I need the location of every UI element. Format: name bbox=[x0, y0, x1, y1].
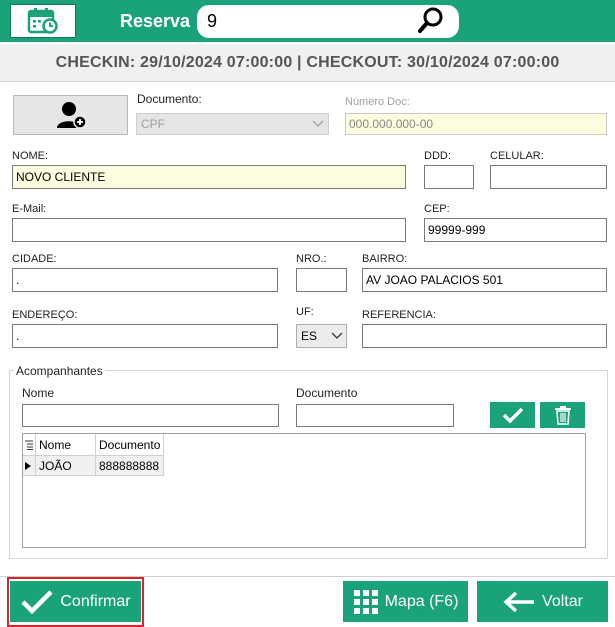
table-cell-nome[interactable]: JOÃO bbox=[36, 456, 96, 476]
mapa-button[interactable]: Mapa (F6) bbox=[343, 581, 468, 622]
table-cell-documento[interactable]: 888888888 bbox=[96, 456, 164, 476]
calendar-clock-icon bbox=[27, 8, 58, 34]
confirmar-label: Confirmar bbox=[60, 592, 131, 610]
cep-input[interactable]: 99999-999 bbox=[424, 218, 607, 242]
column-header-documento[interactable]: Documento bbox=[96, 434, 164, 456]
cidade-input[interactable]: . bbox=[12, 268, 278, 292]
documento-selected-value: CPF bbox=[141, 117, 165, 131]
check-icon bbox=[21, 589, 53, 614]
checkin-checkout-bar: CHECKIN: 29/10/2024 07:00:00 | CHECKOUT:… bbox=[0, 44, 615, 82]
celular-label: CELULAR: bbox=[490, 150, 544, 162]
trash-icon bbox=[554, 406, 571, 425]
chevron-down-icon bbox=[331, 332, 343, 339]
cep-label: CEP: bbox=[424, 203, 450, 215]
add-client-button[interactable] bbox=[13, 95, 128, 135]
endereco-label: ENDEREÇO: bbox=[12, 309, 78, 321]
voltar-label: Voltar bbox=[542, 592, 583, 610]
ddd-input[interactable] bbox=[424, 165, 474, 189]
nro-input[interactable] bbox=[296, 268, 347, 292]
uf-selected-value: ES bbox=[301, 329, 318, 343]
acomp-nome-input[interactable] bbox=[22, 404, 279, 427]
uf-select[interactable]: ES bbox=[296, 324, 347, 348]
bairro-input[interactable]: AV JOAO PALACIOS 501 bbox=[362, 268, 607, 292]
check-icon bbox=[502, 407, 523, 424]
chevron-down-icon bbox=[312, 120, 324, 127]
nro-label: NRO.: bbox=[296, 253, 327, 265]
reserva-label: Reserva bbox=[120, 11, 191, 31]
acomp-documento-label: Documento bbox=[296, 386, 358, 400]
documento-select[interactable]: CPF bbox=[136, 113, 329, 135]
referencia-label: REFERENCIA: bbox=[362, 309, 436, 321]
email-label: E-Mail: bbox=[12, 203, 47, 215]
nome-input[interactable]: NOVO CLIENTE bbox=[12, 165, 406, 189]
calendar-button[interactable] bbox=[10, 4, 76, 38]
email-input[interactable] bbox=[12, 218, 406, 242]
mapa-label: Mapa (F6) bbox=[384, 592, 459, 610]
documento-label: Documento: bbox=[137, 92, 202, 106]
reservation-number-value[interactable]: 9 bbox=[207, 11, 217, 32]
uf-label: UF: bbox=[296, 306, 314, 318]
add-acompanhante-button[interactable] bbox=[490, 402, 535, 428]
acompanhantes-table[interactable]: Nome Documento JOÃO 888888888 bbox=[22, 433, 586, 548]
voltar-button[interactable]: Voltar bbox=[477, 581, 608, 622]
delete-acompanhante-button[interactable] bbox=[540, 402, 585, 428]
bairro-label: BAIRRO: bbox=[362, 253, 408, 265]
arrow-left-icon bbox=[503, 591, 535, 612]
row-pointer-icon bbox=[23, 456, 36, 476]
column-header-nome[interactable]: Nome bbox=[36, 434, 96, 456]
numero-doc-input[interactable]: 000.000.000-00 bbox=[345, 113, 607, 135]
confirmar-button[interactable]: Confirmar bbox=[10, 581, 141, 622]
table-menu-icon[interactable] bbox=[23, 434, 36, 456]
cidade-label: CIDADE: bbox=[12, 253, 57, 265]
endereco-input[interactable]: . bbox=[12, 324, 278, 348]
referencia-input[interactable] bbox=[362, 324, 607, 348]
nome-label: NOME: bbox=[12, 150, 49, 162]
celular-input[interactable] bbox=[490, 165, 607, 189]
ddd-label: DDD: bbox=[424, 150, 451, 162]
grid-icon bbox=[353, 589, 378, 614]
search-icon[interactable] bbox=[416, 6, 446, 36]
add-user-icon bbox=[56, 102, 87, 129]
acomp-nome-label: Nome bbox=[22, 386, 55, 400]
acompanhantes-title: Acompanhantes bbox=[14, 364, 105, 378]
numero-doc-label: Número Doc: bbox=[345, 96, 410, 108]
acomp-documento-input[interactable] bbox=[296, 404, 454, 427]
checkin-checkout-text: CHECKIN: 29/10/2024 07:00:00 | CHECKOUT:… bbox=[55, 53, 560, 71]
